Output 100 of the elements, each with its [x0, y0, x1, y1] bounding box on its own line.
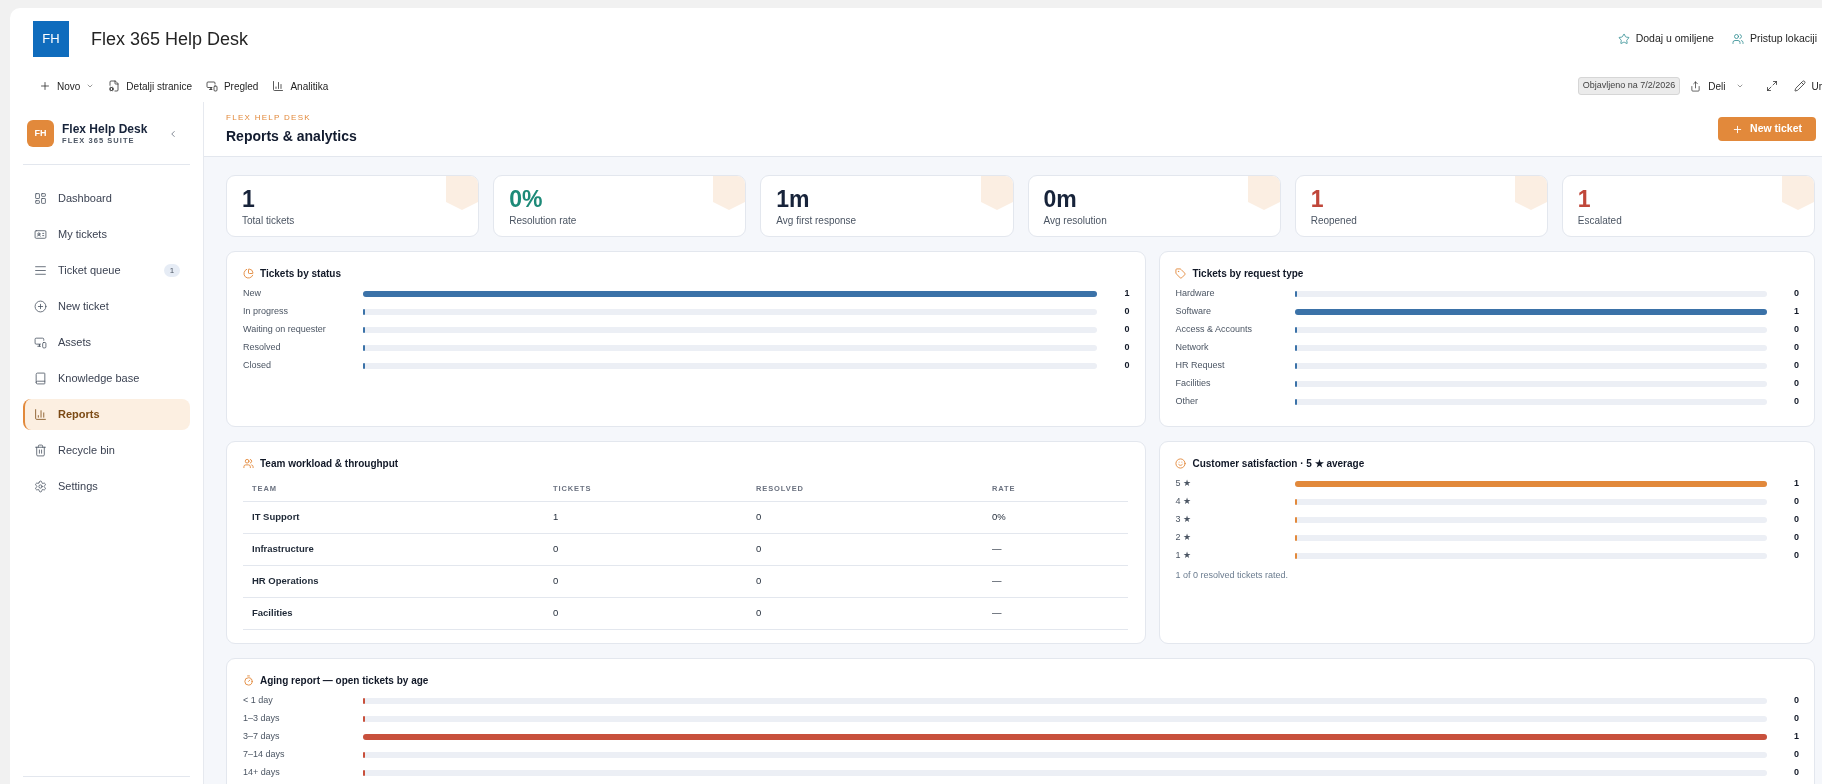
kpi-label: Reopened [1310, 213, 1357, 227]
count-text: 0 [1792, 549, 1799, 563]
row-label: In progress [243, 305, 290, 319]
kpi-value: 1m [776, 185, 810, 212]
expand-icon[interactable] [1766, 80, 1779, 92]
panel-title: Tickets by request type [1192, 266, 1304, 281]
nav-item[interactable]: Settings [23, 471, 190, 502]
table-cell-text: 0 [755, 574, 763, 589]
site-logo[interactable]: FH [33, 21, 69, 57]
nav-item[interactable]: Assets [23, 327, 190, 358]
count-text: 0 [1792, 531, 1799, 545]
row-label: 4 ★ [1175, 495, 1192, 509]
count-text: 0 [1792, 513, 1799, 527]
row-label: 14+ days [243, 766, 281, 780]
count-text: 0 [1792, 377, 1799, 391]
count-text: 1 [1793, 730, 1799, 744]
table-cell-text: — [991, 542, 1003, 557]
table-cell-text: 0 [755, 606, 763, 621]
row-label: Waiting on requester [243, 323, 327, 337]
table-cell-text: Facilities [251, 606, 294, 621]
page-title: Reports & analytics [226, 128, 357, 145]
count-text: 1 [1792, 305, 1799, 319]
nav-item[interactable]: Reports [23, 399, 190, 430]
plus-icon [39, 80, 51, 92]
table-cell-text: HR Operations [251, 574, 320, 589]
row-label: Resolved [243, 341, 282, 355]
table-cell-text: — [991, 606, 1003, 621]
table-cell-text: 0 [755, 510, 763, 525]
table-cell-text: 0 [552, 542, 560, 557]
kpi-value: 1 [1310, 185, 1324, 212]
share-button[interactable]: Deli [1690, 78, 1745, 94]
table-cell-text: 0 [552, 574, 560, 589]
count-text: 0 [1792, 341, 1799, 355]
share-icon [1690, 80, 1702, 92]
nav-item[interactable]: New ticket [23, 291, 190, 322]
row-label: Other [1175, 395, 1199, 409]
published-date-label: Objavljeno na 7/2/2026 [1577, 77, 1681, 95]
count-text: 0 [1792, 323, 1799, 337]
panel-title: Customer satisfaction · 5 ★ average [1192, 456, 1365, 471]
kpi-label: Escalated [1577, 213, 1622, 227]
row-label: 3 ★ [1175, 513, 1192, 527]
file-gear-icon [108, 80, 121, 92]
count-text: 0 [1123, 359, 1130, 373]
pentagon-icon [1514, 176, 1547, 210]
rating-note: 1 of 0 resolved tickets rated. [1175, 569, 1289, 581]
plus-icon [1732, 123, 1744, 135]
site-action-button[interactable]: Dodaj u omiljene [1617, 31, 1714, 47]
bar-chart-icon [272, 80, 285, 92]
bar-chart-icon [34, 408, 47, 421]
command-button[interactable]: Pregled [205, 78, 259, 94]
command-button[interactable]: Analitika [272, 78, 329, 94]
nav-item[interactable]: Dashboard [23, 183, 190, 214]
monitor-phone-icon [34, 336, 47, 349]
count-text: 0 [1123, 341, 1130, 355]
nav-item[interactable]: Knowledge base [23, 363, 190, 394]
row-label: HR Request [1175, 359, 1226, 373]
row-label: Hardware [1175, 287, 1216, 301]
table-cell-text: — [991, 574, 1003, 589]
table-cell-text: Infrastructure [251, 542, 315, 557]
count-text: 0 [1123, 323, 1130, 337]
count-text: 0 [1793, 748, 1799, 762]
kpi-label: Resolution rate [509, 213, 577, 227]
site-action-button[interactable]: Pristup lokaciji [1731, 31, 1817, 47]
count-text: 1 [1792, 477, 1799, 491]
pentagon-icon [1782, 176, 1814, 210]
row-label: 1 ★ [1175, 549, 1192, 563]
table-cell-text: 0 [552, 606, 560, 621]
count-text: 0 [1123, 305, 1130, 319]
count-text: 0 [1792, 495, 1799, 509]
nav-item[interactable]: My tickets [23, 219, 190, 250]
row-label: Facilities [1175, 377, 1212, 391]
dashboard-icon [34, 192, 47, 205]
count-text: 1 [1123, 287, 1130, 301]
id-card-icon [34, 228, 47, 241]
table-cell-text: 0% [991, 510, 1007, 525]
panel-title: Tickets by status [260, 266, 341, 281]
row-label: Network [1175, 341, 1210, 355]
table-cell-text: IT Support [251, 510, 301, 525]
plus-circle-icon [34, 300, 47, 313]
nav-item[interactable]: Ticket queue 1 [23, 255, 190, 286]
row-label: < 1 day [243, 694, 274, 708]
count-badge: 1 [164, 264, 180, 277]
trash-icon [34, 444, 47, 457]
command-button[interactable]: Detalji stranice [108, 78, 192, 94]
command-button[interactable]: Novo [39, 78, 95, 94]
kpi-label: Avg resolution [1043, 213, 1107, 227]
people-icon [1731, 33, 1744, 45]
kpi-value: 0m [1043, 185, 1077, 212]
count-text: 0 [1793, 694, 1799, 708]
kpi-value: 1 [1577, 185, 1591, 212]
app-logo: FH [27, 120, 54, 147]
edit-button[interactable]: Ur [1794, 78, 1822, 94]
pentagon-icon [980, 176, 1013, 210]
nav-item[interactable]: Recycle bin [23, 435, 190, 466]
row-label: Software [1175, 305, 1212, 319]
panel-title: Team workload & throughput [260, 456, 399, 471]
app-title: Flex Help Desk [62, 121, 148, 136]
row-label: Access & Accounts [1175, 323, 1253, 337]
book-icon [34, 372, 47, 385]
count-text: 0 [1792, 359, 1799, 373]
